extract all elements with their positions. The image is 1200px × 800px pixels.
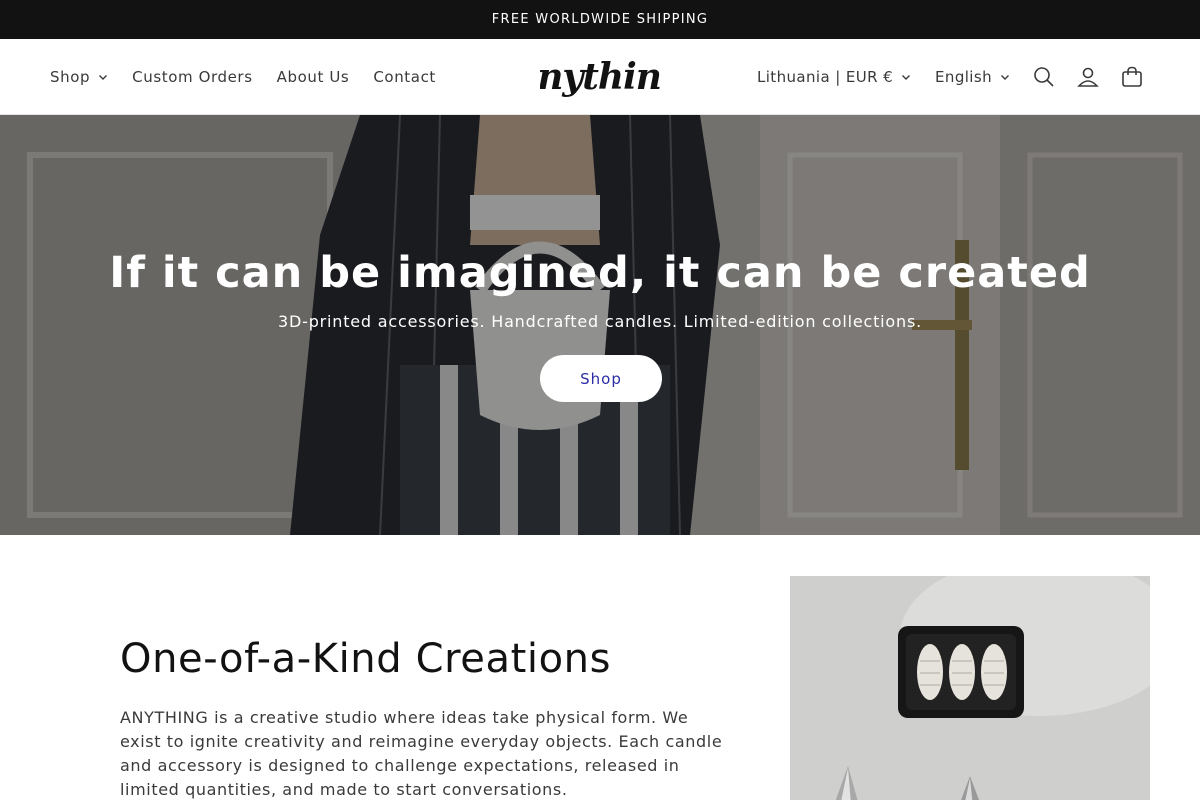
- brand-logo[interactable]: anything: [515, 51, 686, 105]
- search-button[interactable]: [1022, 55, 1066, 99]
- account-button[interactable]: [1066, 55, 1110, 99]
- hero-subtitle: 3D-printed accessories. Handcrafted cand…: [278, 312, 922, 331]
- language-selector[interactable]: English: [923, 39, 1022, 115]
- logo-text: anything: [540, 56, 660, 98]
- section-title: One-of-a-Kind Creations: [120, 636, 612, 682]
- main-nav: Shop Custom Orders About Us Contact: [38, 39, 448, 115]
- nav-item-custom-orders[interactable]: Custom Orders: [120, 39, 264, 115]
- account-icon: [1077, 67, 1099, 87]
- hero-title: If it can be imagined, it can be created: [109, 248, 1091, 298]
- site-header: Shop Custom Orders About Us Contact anyt…: [0, 39, 1200, 115]
- hero-shop-button[interactable]: Shop: [540, 355, 662, 402]
- cart-button[interactable]: [1110, 55, 1154, 99]
- announcement-text: FREE WORLDWIDE SHIPPING: [491, 12, 709, 27]
- nav-item-label: Contact: [373, 68, 436, 86]
- cart-icon: [1122, 66, 1142, 87]
- chevron-down-icon: [1000, 72, 1010, 82]
- country-selector-label: Lithuania | EUR €: [756, 68, 894, 86]
- nav-item-contact[interactable]: Contact: [361, 39, 448, 115]
- product-image: [790, 576, 1150, 800]
- nav-item-about-us[interactable]: About Us: [265, 39, 362, 115]
- nav-item-shop[interactable]: Shop: [38, 39, 120, 115]
- nav-item-label: Custom Orders: [132, 68, 253, 86]
- nav-item-label: Shop: [50, 68, 91, 86]
- chevron-down-icon: [98, 72, 108, 82]
- header-utilities: Lithuania | EUR € English: [745, 39, 1154, 115]
- country-selector[interactable]: Lithuania | EUR €: [745, 39, 923, 115]
- language-selector-label: English: [935, 68, 992, 86]
- nav-item-label: About Us: [276, 68, 350, 86]
- hero-shop-button-label: Shop: [580, 369, 622, 388]
- announcement-bar: FREE WORLDWIDE SHIPPING: [0, 0, 1200, 39]
- hero-banner: If it can be imagined, it can be created…: [0, 115, 1200, 535]
- chevron-down-icon: [901, 72, 911, 82]
- search-icon: [1034, 67, 1054, 87]
- section-body: ANYTHING is a creative studio where idea…: [120, 708, 723, 799]
